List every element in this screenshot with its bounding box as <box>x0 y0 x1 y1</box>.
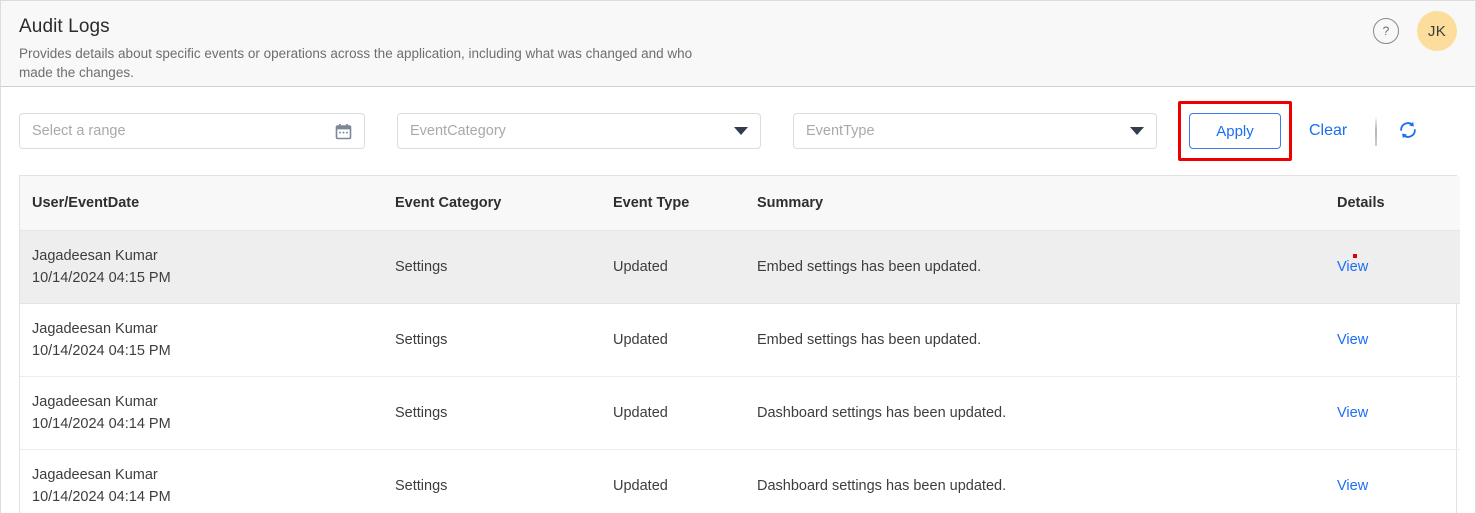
cell-event-type: Updated <box>613 303 757 377</box>
table-row[interactable]: Jagadeesan Kumar 10/14/2024 04:15 PM Setti… <box>20 303 1460 377</box>
cell-event-category: Settings <box>395 449 613 513</box>
cell-details: View <box>1337 303 1460 377</box>
cell-details: View <box>1337 449 1460 513</box>
cell-user-name: Jagadeesan Kumar <box>32 394 158 410</box>
table-header-row: User/EventDate Event Category Event Type… <box>20 176 1460 231</box>
refresh-icon <box>1397 119 1419 144</box>
event-category-select[interactable]: EventCategory <box>397 113 761 149</box>
avatar-initials: JK <box>1427 22 1447 40</box>
view-details-link[interactable]: View <box>1337 405 1368 421</box>
cell-details: View <box>1337 376 1460 450</box>
cell-user-eventdate: Jagadeesan Kumar 10/14/2024 04:14 PM <box>20 449 395 513</box>
cell-summary: Embed settings has been updated. <box>757 303 1337 377</box>
view-details-link[interactable]: View <box>1337 478 1368 494</box>
cell-event-date: 10/14/2024 04:14 PM <box>32 416 171 432</box>
cell-details: View <box>1337 230 1460 304</box>
cell-event-category: Settings <box>395 303 613 377</box>
cell-summary: Dashboard settings has been updated. <box>757 376 1337 450</box>
event-type-select[interactable]: EventType <box>793 113 1157 149</box>
view-details-link[interactable]: View <box>1337 259 1368 275</box>
table-header: User/EventDate Event Category Event Type… <box>20 176 1460 231</box>
cell-event-type: Updated <box>613 449 757 513</box>
cell-event-date: 10/14/2024 04:15 PM <box>32 343 171 359</box>
cell-user-name: Jagadeesan Kumar <box>32 248 158 264</box>
cell-event-category: Settings <box>395 376 613 450</box>
audit-logs-page: Audit Logs Provides details about specif… <box>0 0 1476 513</box>
cell-event-type: Updated <box>613 376 757 450</box>
audit-logs-table-container: User/EventDate Event Category Event Type… <box>19 175 1460 513</box>
filter-bar: Select a range EventCategory EventType A… <box>1 87 1475 258</box>
cell-user-eventdate: Jagadeesan Kumar 10/14/2024 04:15 PM <box>20 230 395 304</box>
date-range-input[interactable]: Select a range <box>19 113 365 149</box>
refresh-button[interactable] <box>1395 117 1421 146</box>
annotation-dot <box>1353 254 1357 258</box>
column-header-event-type[interactable]: Event Type <box>613 176 757 231</box>
cell-user-eventdate: Jagadeesan Kumar 10/14/2024 04:14 PM <box>20 376 395 450</box>
chevron-down-icon[interactable] <box>734 127 748 135</box>
date-range-placeholder: Select a range <box>32 123 126 139</box>
cell-user-eventdate: Jagadeesan Kumar 10/14/2024 04:15 PM <box>20 303 395 377</box>
table-row[interactable]: Jagadeesan Kumar 10/14/2024 04:15 PM Setti… <box>20 230 1460 304</box>
avatar[interactable]: JK <box>1417 11 1457 51</box>
table-row[interactable]: Jagadeesan Kumar 10/14/2024 04:14 PM Setti… <box>20 376 1460 450</box>
table-body: Jagadeesan Kumar 10/14/2024 04:15 PM Setti… <box>20 230 1460 513</box>
help-icon[interactable]: ? <box>1373 18 1399 44</box>
header-actions: ? JK <box>1373 11 1457 51</box>
cell-event-date: 10/14/2024 04:15 PM <box>32 270 171 286</box>
toolbar-divider <box>1375 116 1378 146</box>
column-header-summary[interactable]: Summary <box>757 176 1337 231</box>
cell-event-category: Settings <box>395 230 613 304</box>
clear-button[interactable]: Clear <box>1303 118 1353 144</box>
cell-summary: Embed settings has been updated. <box>757 230 1337 304</box>
apply-button[interactable]: Apply <box>1189 113 1281 149</box>
column-header-event-category[interactable]: Event Category <box>395 176 613 231</box>
event-type-placeholder: EventType <box>806 123 875 139</box>
cell-user-name: Jagadeesan Kumar <box>32 321 158 337</box>
apply-button-group: Apply Clear <box>1178 101 1421 161</box>
view-details-link[interactable]: View <box>1337 332 1368 348</box>
audit-logs-table: User/EventDate Event Category Event Type… <box>20 176 1460 513</box>
cell-event-date: 10/14/2024 04:14 PM <box>32 489 171 505</box>
column-header-user-eventdate[interactable]: User/EventDate <box>20 176 395 231</box>
chevron-down-icon[interactable] <box>1130 127 1144 135</box>
cell-event-type: Updated <box>613 230 757 304</box>
svg-text:?: ? <box>1383 24 1390 38</box>
column-header-details[interactable]: Details <box>1337 176 1460 231</box>
calendar-icon[interactable] <box>335 123 352 140</box>
cell-summary: Dashboard settings has been updated. <box>757 449 1337 513</box>
page-title: Audit Logs <box>19 16 110 37</box>
page-subtitle: Provides details about specific events o… <box>19 46 693 80</box>
table-row[interactable]: Jagadeesan Kumar 10/14/2024 04:14 PM Setti… <box>20 449 1460 513</box>
page-header: Audit Logs Provides details about specif… <box>1 1 1475 87</box>
event-category-placeholder: EventCategory <box>410 123 506 139</box>
cell-user-name: Jagadeesan Kumar <box>32 467 158 483</box>
